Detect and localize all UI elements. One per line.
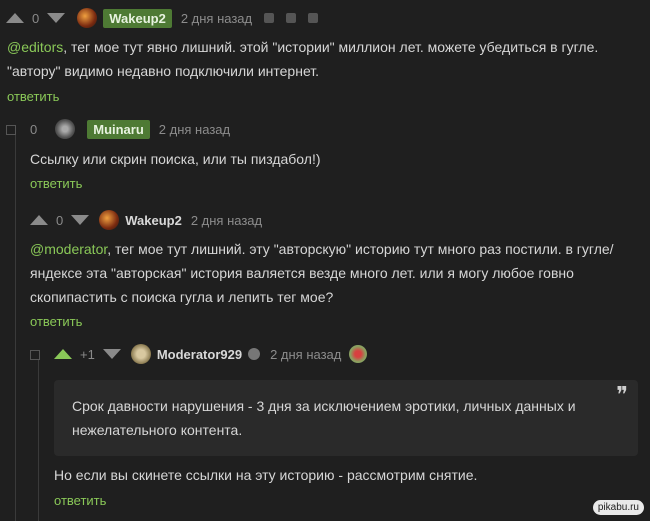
flag-icon[interactable] — [308, 13, 319, 23]
comment-text: @editors, тег мое тут явно лишний. этой … — [7, 39, 599, 79]
save-icon[interactable] — [286, 13, 297, 23]
avatar[interactable] — [55, 119, 76, 139]
avatar[interactable] — [99, 210, 120, 230]
rating: 0 — [32, 10, 40, 26]
upvote-icon[interactable] — [6, 13, 24, 23]
collapse-toggle[interactable] — [30, 350, 40, 360]
collapse-toggle[interactable] — [6, 125, 16, 135]
timestamp: 2 дня назад — [190, 212, 263, 228]
username[interactable]: Wakeup2 — [103, 8, 172, 28]
quote-text: Срок давности нарушения - 3 дня за исклю… — [72, 398, 576, 438]
mention-link[interactable]: @editors — [7, 39, 63, 55]
reply-link[interactable]: ответить — [7, 89, 59, 104]
comment-text: @moderator, тег мое тут лишний. эту "авт… — [30, 241, 614, 305]
link-icon[interactable] — [264, 13, 275, 23]
comment-header: 0 Muinaru 2 дня назад — [30, 118, 230, 140]
rating: 0 — [30, 121, 38, 137]
quote-icon: ❞ — [616, 382, 628, 407]
watermark: pikabu.ru — [592, 500, 644, 515]
thread-line — [15, 135, 16, 521]
upvote-icon[interactable] — [30, 215, 48, 225]
timestamp: 2 дня назад — [158, 121, 231, 137]
username[interactable]: Muinaru — [87, 119, 150, 139]
avatar[interactable] — [77, 8, 98, 28]
quote-block: Срок давности нарушения - 3 дня за исклю… — [54, 380, 638, 456]
moderator-icon — [248, 348, 261, 360]
reply-link[interactable]: ответить — [54, 493, 106, 508]
timestamp: 2 дня назад — [270, 346, 342, 362]
rating: +1 — [80, 346, 95, 362]
award-icon[interactable] — [349, 345, 368, 363]
avatar[interactable] — [130, 344, 151, 364]
username[interactable]: Moderator929 — [157, 347, 242, 362]
username[interactable]: Wakeup2 — [125, 213, 182, 228]
comment-header: +1 Moderator929 2 дня назад — [54, 343, 373, 365]
comment-text: Но если вы скинете ссылки на эту историю… — [54, 467, 478, 483]
comment-header: 0 Wakeup2 2 дня назад — [30, 209, 262, 231]
comment-text: Ссылку или скрин поиска, или ты пиздабол… — [30, 151, 321, 167]
thread-line — [38, 360, 39, 521]
reply-link[interactable]: ответить — [30, 314, 82, 329]
downvote-icon[interactable] — [102, 349, 121, 359]
rating: 0 — [56, 212, 64, 228]
downvote-icon[interactable] — [47, 13, 66, 23]
comment-header: 0 Wakeup2 2 дня назад — [6, 7, 319, 29]
upvote-icon[interactable] — [54, 349, 72, 359]
timestamp: 2 дня назад — [180, 10, 253, 26]
reply-link[interactable]: ответить — [30, 176, 82, 191]
downvote-icon[interactable] — [71, 215, 90, 225]
mention-link[interactable]: @moderator — [30, 241, 107, 257]
